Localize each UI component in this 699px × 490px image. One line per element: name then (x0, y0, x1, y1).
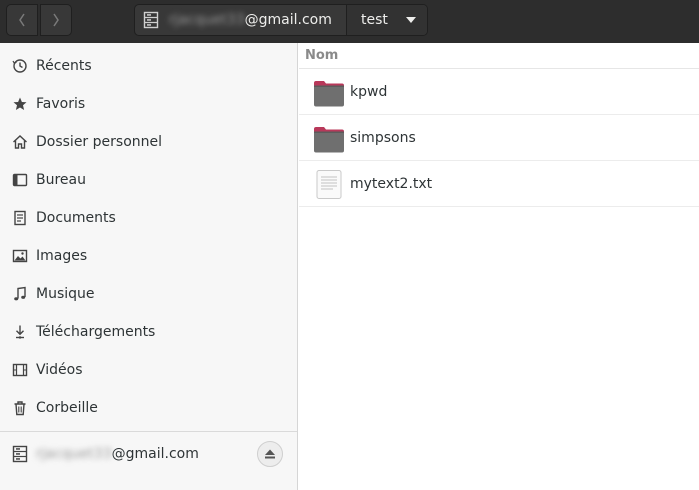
sidebar-item-label: Favoris (36, 96, 86, 112)
file-list-view: Nom kpwd simpsons mytext2.txt (299, 43, 699, 490)
download-icon (12, 324, 28, 340)
file-name: kpwd (350, 83, 388, 100)
sidebar-item-videos[interactable]: Vidéos (0, 351, 297, 389)
drive-icon (12, 445, 28, 463)
path-root-domain: @gmail.com (244, 12, 332, 28)
star-icon (12, 96, 28, 112)
sidebar-item-label: Téléchargements (36, 324, 156, 340)
file-name: simpsons (350, 129, 416, 146)
text-file-icon (316, 169, 342, 199)
drive-icon (143, 11, 159, 29)
sidebar-item-recents[interactable]: Récents (0, 47, 297, 85)
music-icon (12, 286, 28, 302)
sidebar-item-images[interactable]: Images (0, 237, 297, 275)
sidebar-item-home[interactable]: Dossier personnel (0, 123, 297, 161)
sidebar-item-label: Images (36, 248, 88, 264)
folder-icon (314, 126, 344, 152)
sidebar-item-label: Récents (36, 58, 92, 74)
sidebar-item-music[interactable]: Musique (0, 275, 297, 313)
sidebar-item-label: Dossier personnel (36, 134, 163, 150)
header-bar: rjacquet33 @gmail.com test (0, 0, 699, 43)
sidebar-item-label: Bureau (36, 172, 86, 188)
sidebar-item-mount[interactable]: rjacquet33 @gmail.com (0, 435, 297, 473)
forward-button[interactable] (40, 4, 72, 36)
sidebar-item-label: Vidéos (36, 362, 83, 378)
eject-icon (265, 449, 275, 459)
mount-domain: @gmail.com (111, 446, 199, 462)
mount-user: rjacquet33 (36, 446, 112, 462)
sidebar-separator (0, 431, 297, 432)
folder-icon (314, 80, 344, 106)
file-row[interactable]: mytext2.txt (299, 161, 699, 207)
clock-icon (12, 58, 28, 74)
sidebar-item-trash[interactable]: Corbeille (0, 389, 297, 427)
film-icon (12, 362, 28, 378)
chevron-left-icon (19, 13, 25, 27)
sidebar-item-label: Corbeille (36, 400, 98, 416)
file-row[interactable]: simpsons (299, 115, 699, 161)
trash-icon (12, 400, 28, 416)
sidebar-item-desktop[interactable]: Bureau (0, 161, 297, 199)
sidebar-item-downloads[interactable]: Téléchargements (0, 313, 297, 351)
column-header-name[interactable]: Nom (299, 43, 699, 69)
caret-down-icon (405, 17, 416, 23)
path-segment-current[interactable]: test (347, 5, 427, 35)
file-name: mytext2.txt (350, 175, 433, 192)
sidebar-item-label: Documents (36, 210, 116, 226)
path-segment-root[interactable]: rjacquet33 @gmail.com (135, 5, 347, 35)
sidebar: Récents Favoris Dossier personnel Bureau… (0, 43, 298, 490)
sidebar-item-documents[interactable]: Documents (0, 199, 297, 237)
document-icon (12, 210, 28, 226)
path-current-label: test (361, 12, 388, 28)
chevron-right-icon (53, 13, 59, 27)
desktop-icon (12, 172, 28, 188)
sidebar-item-label: Musique (36, 286, 95, 302)
image-icon (12, 248, 28, 264)
file-row[interactable]: kpwd (299, 69, 699, 115)
home-icon (12, 134, 28, 150)
column-header-label: Nom (305, 48, 339, 63)
back-button[interactable] (6, 4, 38, 36)
eject-button[interactable] (257, 441, 283, 467)
sidebar-item-favoris[interactable]: Favoris (0, 85, 297, 123)
path-bar: rjacquet33 @gmail.com test (134, 4, 428, 36)
path-root-user: rjacquet33 (169, 12, 245, 28)
